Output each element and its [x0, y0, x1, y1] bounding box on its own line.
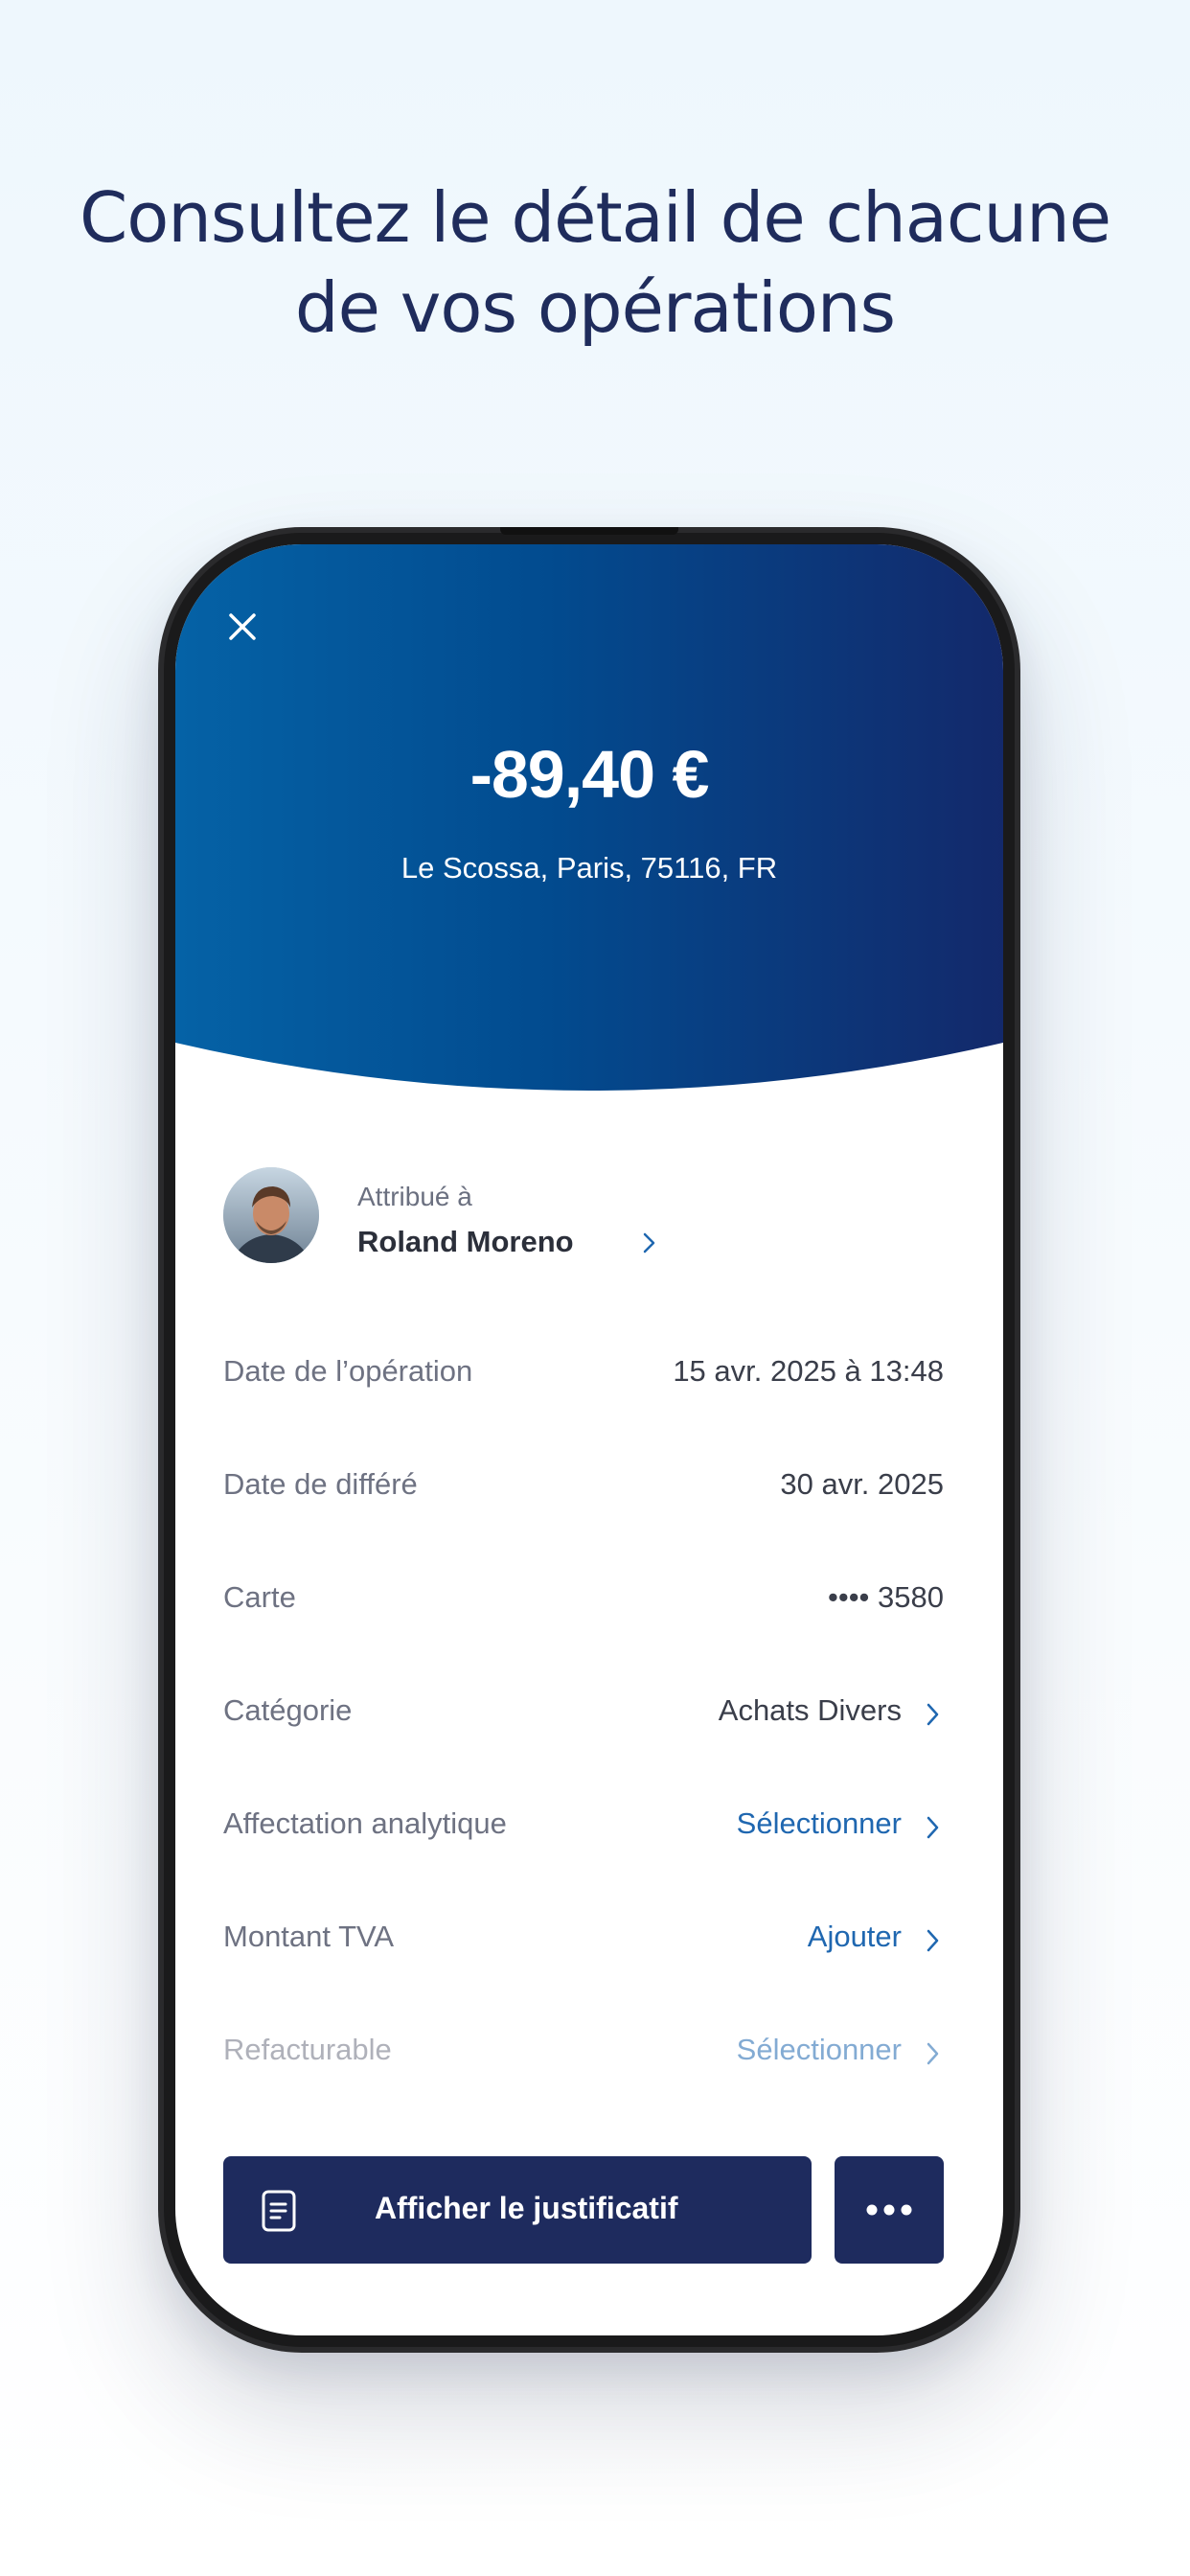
assigned-to-row[interactable]: Attribué à Roland Moreno: [223, 1162, 894, 1268]
more-options-button[interactable]: [835, 2156, 944, 2264]
transaction-merchant: Le Scossa, Paris, 75116, FR: [400, 851, 778, 885]
detail-row-deferred-date: Date de différé 30 avr. 2025: [223, 1458, 944, 1515]
row-label: Date de différé: [223, 1467, 418, 1501]
show-receipt-label: Afficher le justificatif: [375, 2191, 678, 2225]
header-curve: [175, 1043, 1003, 1119]
headline: Consultez le détail de chacune de vos op…: [0, 172, 1190, 353]
transaction-header: -89,40 € Le Scossa, Paris, 75116, FR: [175, 544, 1003, 1091]
select-link[interactable]: Sélectionner: [737, 2033, 902, 2067]
show-receipt-button[interactable]: Afficher le justificatif: [223, 2156, 812, 2264]
detail-row-category[interactable]: Catégorie Achats Divers: [223, 1684, 944, 1741]
close-icon[interactable]: [219, 604, 265, 650]
phone-screen: -89,40 € Le Scossa, Paris, 75116, FR Att…: [175, 544, 1003, 2335]
chevron-right-icon: [927, 2042, 939, 2065]
row-label: Refacturable: [223, 2033, 392, 2066]
row-label: Carte: [223, 1580, 296, 1614]
phone-speaker: [500, 527, 678, 535]
row-label: Date de l’opération: [223, 1354, 473, 1388]
detail-row-operation-date: Date de l’opération 15 avr. 2025 à 13:48: [223, 1345, 944, 1402]
phone-frame: -89,40 € Le Scossa, Paris, 75116, FR Att…: [158, 527, 1020, 2353]
chevron-right-icon: [643, 1232, 655, 1254]
add-link[interactable]: Ajouter: [808, 1920, 902, 1954]
assigned-label: Attribué à: [357, 1182, 472, 1211]
detail-row-rebillable[interactable]: Refacturable Sélectionner: [223, 2023, 944, 2081]
avatar: [223, 1167, 319, 1263]
headline-line-1: Consultez le détail de chacune: [79, 177, 1111, 258]
row-value: 15 avr. 2025 à 13:48: [673, 1354, 944, 1388]
row-label: Catégorie: [223, 1693, 353, 1727]
assigned-name: Roland Moreno: [357, 1225, 574, 1258]
row-value: •••• 3580: [828, 1580, 944, 1614]
detail-row-analytics[interactable]: Affectation analytique Sélectionner: [223, 1797, 944, 1854]
more-dots-icon: [866, 2204, 912, 2216]
transaction-amount: -89,40 €: [469, 737, 710, 812]
detail-row-vat-amount[interactable]: Montant TVA Ajouter: [223, 1910, 944, 1967]
select-link[interactable]: Sélectionner: [737, 1806, 902, 1841]
headline-line-2: de vos opérations: [294, 267, 896, 348]
row-value: Achats Divers: [718, 1693, 902, 1727]
chevron-right-icon: [927, 1703, 939, 1726]
chevron-right-icon: [927, 1929, 939, 1952]
row-label: Montant TVA: [223, 1920, 395, 1953]
row-value: 30 avr. 2025: [780, 1467, 944, 1501]
row-label: Affectation analytique: [223, 1806, 507, 1840]
chevron-right-icon: [927, 1816, 939, 1839]
detail-row-card: Carte •••• 3580: [223, 1571, 944, 1628]
document-icon: [262, 2190, 296, 2232]
